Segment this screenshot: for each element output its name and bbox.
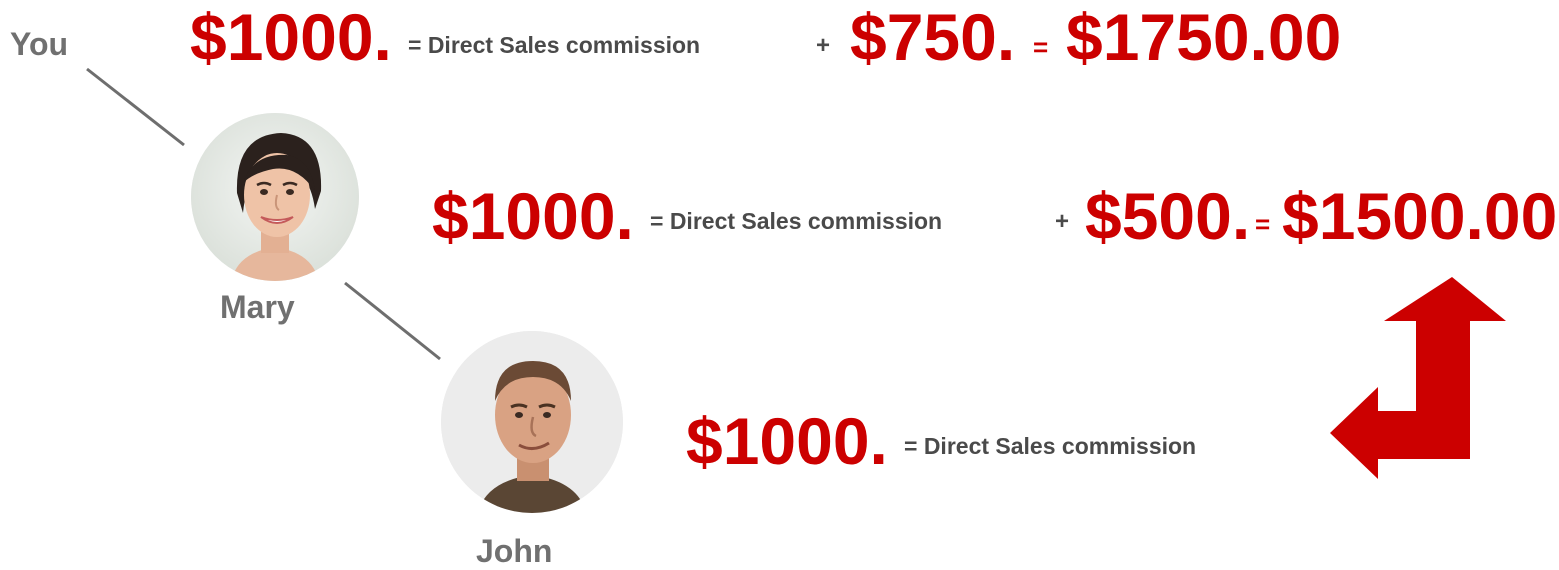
mary-override-amount: $500.: [1085, 179, 1251, 253]
john-direct-label: = Direct Sales commission: [904, 433, 1197, 459]
you-total-amount: $1750.00: [1066, 0, 1342, 74]
name-you: You: [10, 26, 69, 62]
you-equals-sign: =: [1033, 32, 1049, 62]
connector-mary-john: [344, 281, 441, 361]
connector-you-mary: [86, 67, 185, 147]
turn-up-arrow-icon: [1330, 277, 1506, 479]
avatar-john: [441, 331, 623, 513]
name-john: John: [476, 533, 553, 569]
avatar-mary: [191, 113, 359, 281]
mary-total-amount: $1500.00: [1282, 179, 1558, 253]
you-plus-sign: +: [816, 32, 831, 59]
name-mary: Mary: [220, 289, 295, 325]
you-direct-label: = Direct Sales commission: [408, 32, 701, 58]
connector-lines: [86, 67, 441, 361]
mary-plus-sign: +: [1055, 208, 1070, 235]
man-portrait-icon: [441, 331, 623, 513]
john-direct-amount: $1000.: [686, 404, 888, 478]
woman-portrait-icon: [191, 113, 359, 281]
you-direct-amount: $1000.: [190, 0, 392, 74]
you-override-amount: $750.: [850, 0, 1016, 74]
mary-equals-sign: =: [1255, 209, 1271, 239]
mary-direct-amount: $1000.: [432, 179, 634, 253]
mary-direct-label: = Direct Sales commission: [650, 208, 943, 234]
